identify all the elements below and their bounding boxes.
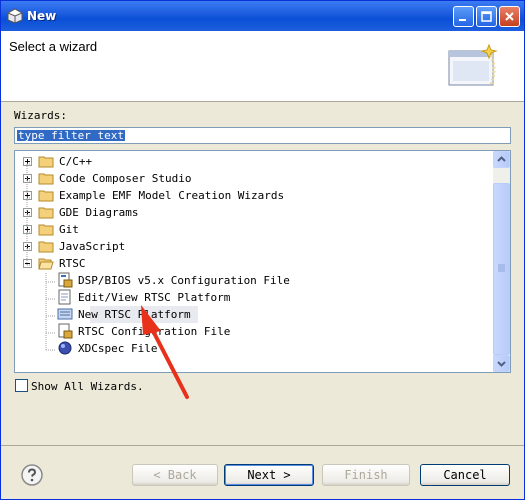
show-all-wizards-label: Show All Wizards. <box>31 380 144 393</box>
close-button[interactable] <box>499 6 520 27</box>
minimize-button[interactable] <box>453 6 474 27</box>
button-bar-separator <box>1 445 524 446</box>
new-wizard-banner-icon <box>448 43 498 86</box>
wizard-banner: Select a wizard <box>1 31 524 102</box>
scroll-thumb[interactable] <box>493 183 510 355</box>
maximize-button[interactable] <box>476 6 497 27</box>
maximize-icon <box>481 11 492 22</box>
chevron-up-icon <box>497 156 506 162</box>
filter-input[interactable]: type filter text <box>14 127 511 144</box>
minimize-icon <box>459 19 466 21</box>
cancel-button[interactable]: Cancel <box>420 464 510 486</box>
config-file-icon <box>58 272 73 288</box>
wizards-label: Wizards: <box>14 109 67 122</box>
eclipse-window-icon <box>7 8 23 24</box>
finish-button[interactable]: Finish <box>322 464 410 486</box>
banner-title: Select a wizard <box>9 39 98 54</box>
config-file-icon <box>58 323 73 339</box>
edit-file-icon <box>58 289 71 305</box>
tree-vertical-scrollbar[interactable] <box>493 151 510 372</box>
grip-icon <box>498 264 505 272</box>
scroll-down-button[interactable] <box>493 355 510 372</box>
tree-item-xdcspec-file[interactable]: XDCspec File <box>15 340 493 357</box>
xdcspec-file-icon <box>58 341 72 355</box>
window-title: New <box>27 9 57 23</box>
annotation-arrow <box>141 305 189 399</box>
title-bar[interactable]: New <box>1 1 524 31</box>
chevron-down-icon <box>497 361 506 367</box>
scroll-up-button[interactable] <box>493 151 510 168</box>
tree-item-dsp-bios-config[interactable]: DSP/BIOS v5.x Configuration File <box>15 272 493 289</box>
back-button[interactable]: < Back <box>132 464 218 486</box>
filter-input-text: type filter text <box>17 129 125 142</box>
close-icon <box>505 12 514 21</box>
tree-item-edit-view-rtsc-platform[interactable]: Edit/View RTSC Platform <box>15 289 493 306</box>
wizard-tree[interactable]: C/C++ Code Composer Studio Example EMF M… <box>14 150 511 373</box>
help-icon[interactable] <box>21 464 43 486</box>
new-wizard-window: New Select a wizard Wizards: type filter… <box>0 0 525 500</box>
tree-item-label: DSP/BIOS v5.x Configuration File <box>78 274 290 287</box>
next-button[interactable]: Next > <box>224 464 314 486</box>
show-all-wizards-checkbox[interactable] <box>15 379 28 392</box>
tree-item-rtsc-config-file[interactable]: RTSC Configuration File <box>15 323 493 340</box>
platform-icon <box>57 308 73 320</box>
tree-item-new-rtsc-platform[interactable]: New RTSC Platform <box>15 306 493 323</box>
